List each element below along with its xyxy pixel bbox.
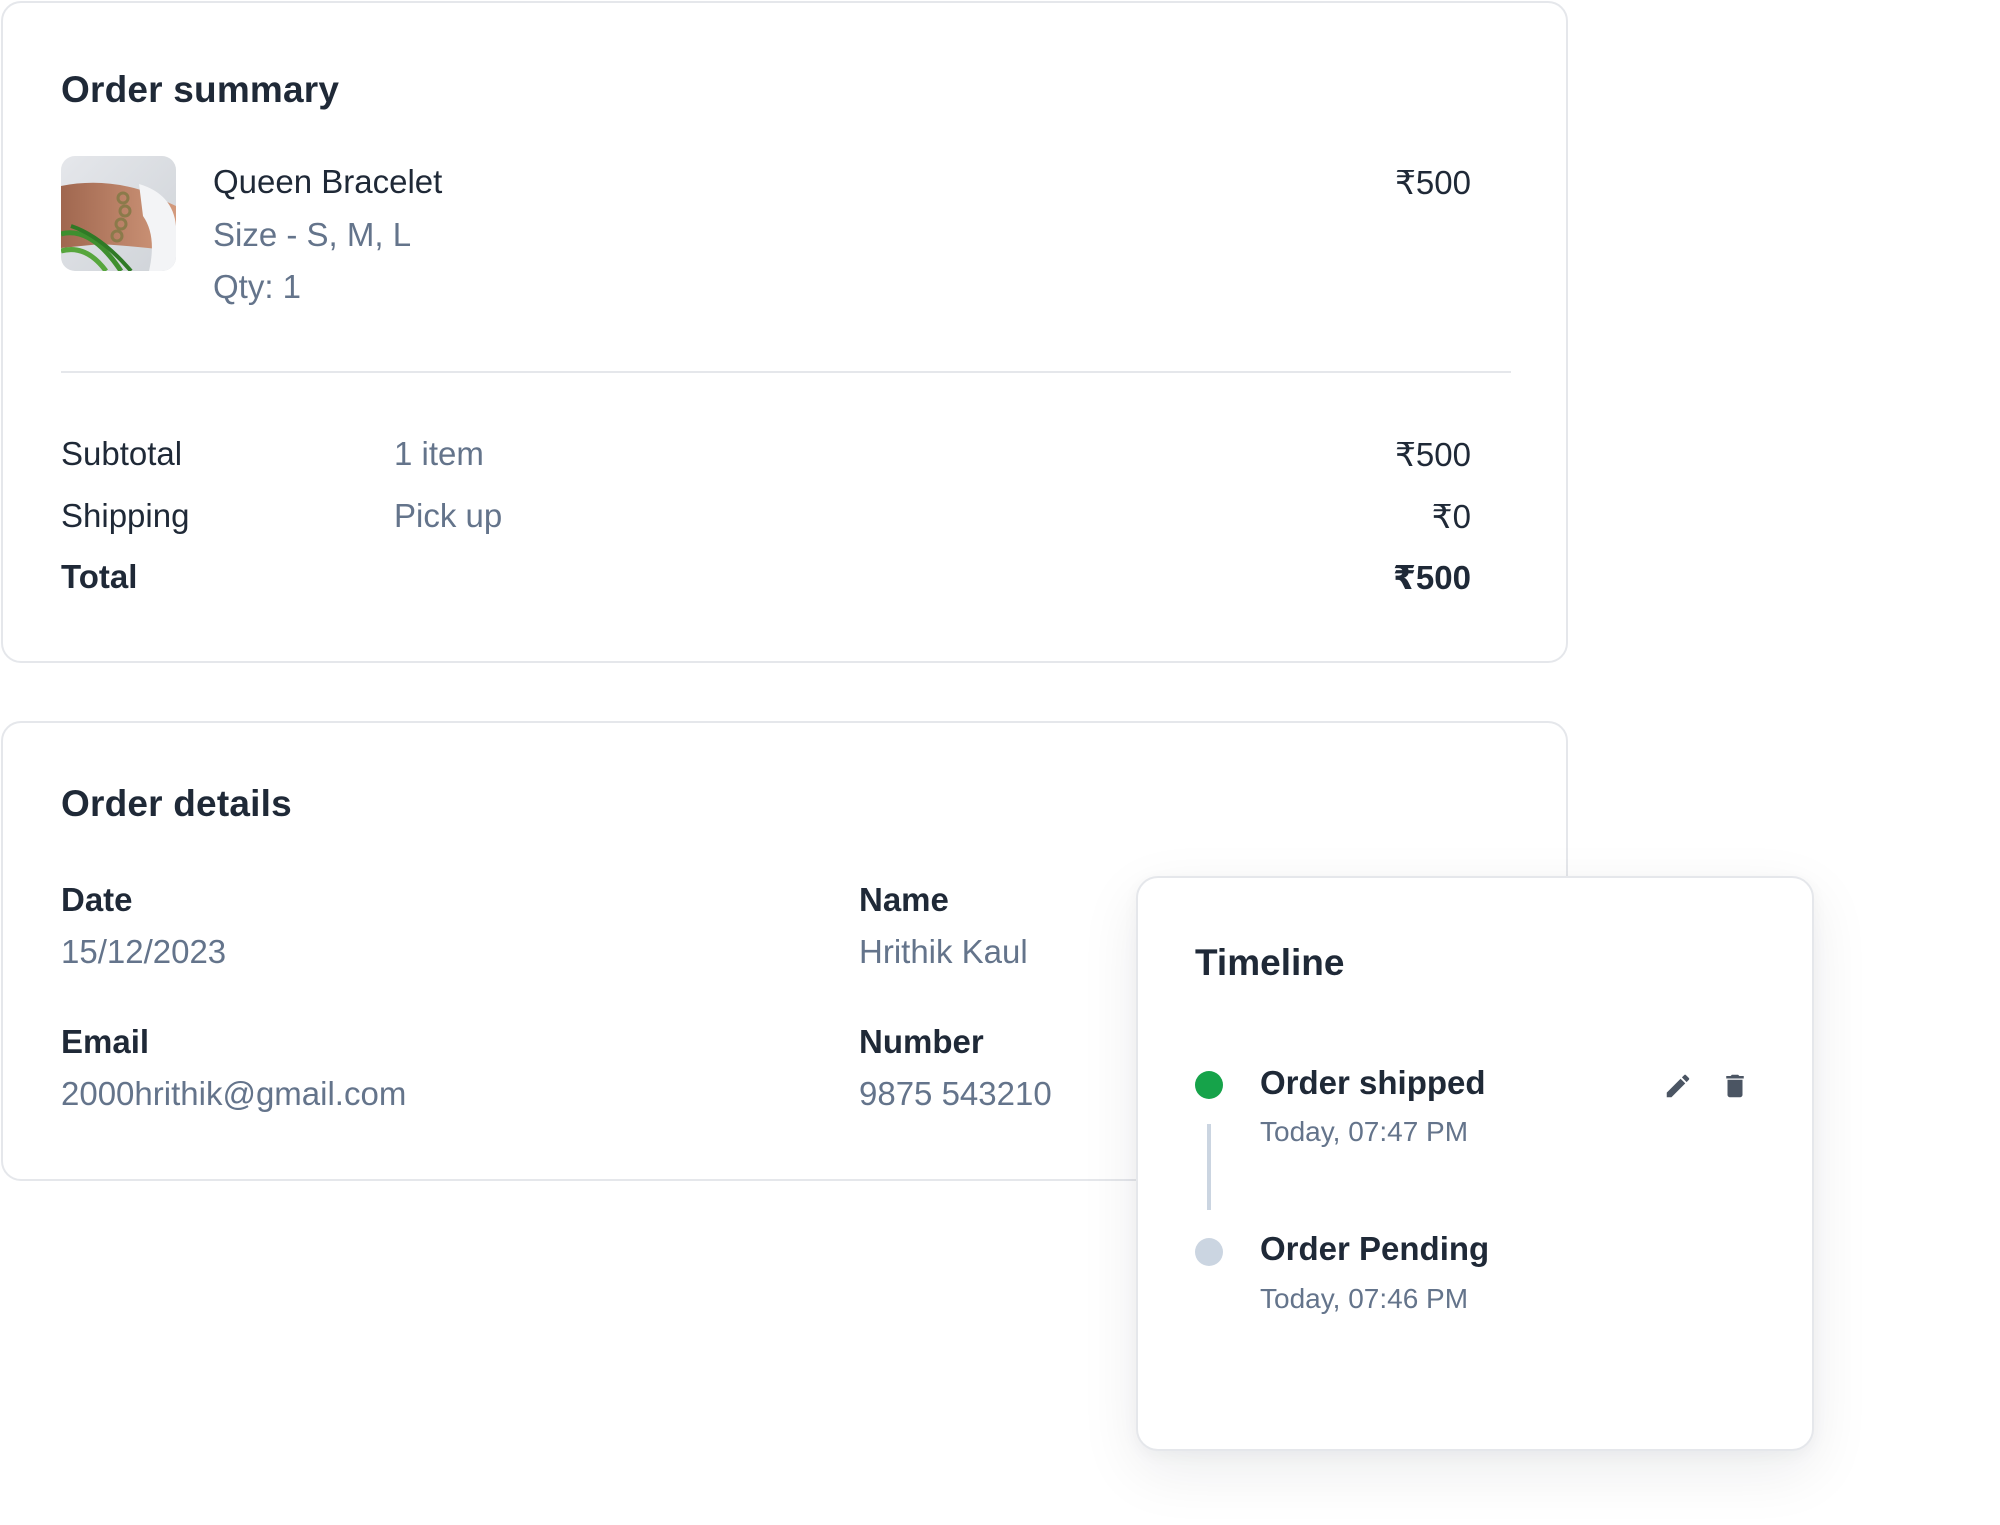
number-value: 9875 543210 — [859, 1075, 1052, 1112]
shipping-label: Shipping — [61, 497, 190, 534]
number-label: Number — [859, 1023, 984, 1060]
trash-icon[interactable] — [1720, 1071, 1750, 1101]
subtotal-label: Subtotal — [61, 435, 183, 472]
product-size: Size - S, M, L — [213, 216, 412, 253]
timeline-connector — [1207, 1124, 1211, 1210]
product-thumbnail — [61, 156, 176, 271]
name-value: Hrithik Kaul — [859, 933, 1028, 970]
subtotal-row: Subtotal 1 item ₹500 — [61, 435, 1471, 479]
order-summary-title: Order summary — [61, 69, 340, 110]
status-dot-shipped — [1195, 1071, 1223, 1099]
timeline-card: Timeline Order shipped Today, 07:47 PM O… — [1136, 876, 1814, 1451]
product-price: ₹500 — [1394, 164, 1471, 201]
divider — [61, 371, 1511, 373]
shipping-note: Pick up — [394, 497, 503, 534]
status-dot-pending — [1195, 1238, 1223, 1266]
order-details-title: Order details — [61, 783, 292, 824]
name-label: Name — [859, 881, 949, 918]
total-value: ₹500 — [1392, 559, 1471, 596]
shipping-value: ₹0 — [1431, 498, 1471, 535]
timeline-event-time: Today, 07:47 PM — [1260, 1116, 1469, 1147]
timeline-event-title: Order Pending — [1260, 1230, 1490, 1267]
pencil-icon[interactable] — [1663, 1071, 1693, 1101]
subtotal-note: 1 item — [394, 435, 484, 472]
email-label: Email — [61, 1023, 150, 1060]
timeline-title: Timeline — [1195, 942, 1345, 983]
product-quantity: Qty: 1 — [213, 268, 302, 305]
order-summary-card: Order summary Queen Bracelet Size - S, M… — [1, 1, 1568, 663]
total-row: Total ₹500 — [61, 558, 1471, 602]
timeline-event-time: Today, 07:46 PM — [1260, 1283, 1469, 1314]
total-label: Total — [61, 558, 138, 595]
date-value: 15/12/2023 — [61, 933, 227, 970]
timeline-event-title: Order shipped — [1260, 1064, 1486, 1101]
date-label: Date — [61, 881, 133, 918]
shipping-row: Shipping Pick up ₹0 — [61, 497, 1471, 541]
product-name: Queen Bracelet — [213, 163, 443, 200]
email-value: 2000hrithik@gmail.com — [61, 1075, 407, 1112]
subtotal-value: ₹500 — [1394, 436, 1471, 473]
